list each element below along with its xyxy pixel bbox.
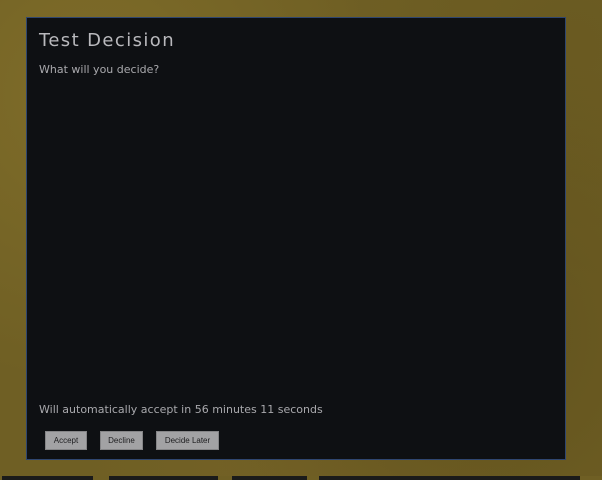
auto-accept-countdown: Will automatically accept in 56 minutes … xyxy=(39,403,323,416)
decline-button[interactable]: Decline xyxy=(100,431,143,450)
dialog-prompt: What will you decide? xyxy=(39,63,160,76)
dialog-title: Test Decision xyxy=(39,30,175,51)
decision-dialog: Test Decision What will you decide? Will… xyxy=(26,17,566,460)
strip-gap xyxy=(93,476,109,480)
accept-button[interactable]: Accept xyxy=(45,431,87,450)
strip-gap xyxy=(218,476,232,480)
strip-gap xyxy=(0,476,2,480)
strip-gap xyxy=(307,476,319,480)
bottom-edge-strip xyxy=(0,476,602,480)
strip-gap xyxy=(580,476,602,480)
decide-later-button[interactable]: Decide Later xyxy=(156,431,219,450)
